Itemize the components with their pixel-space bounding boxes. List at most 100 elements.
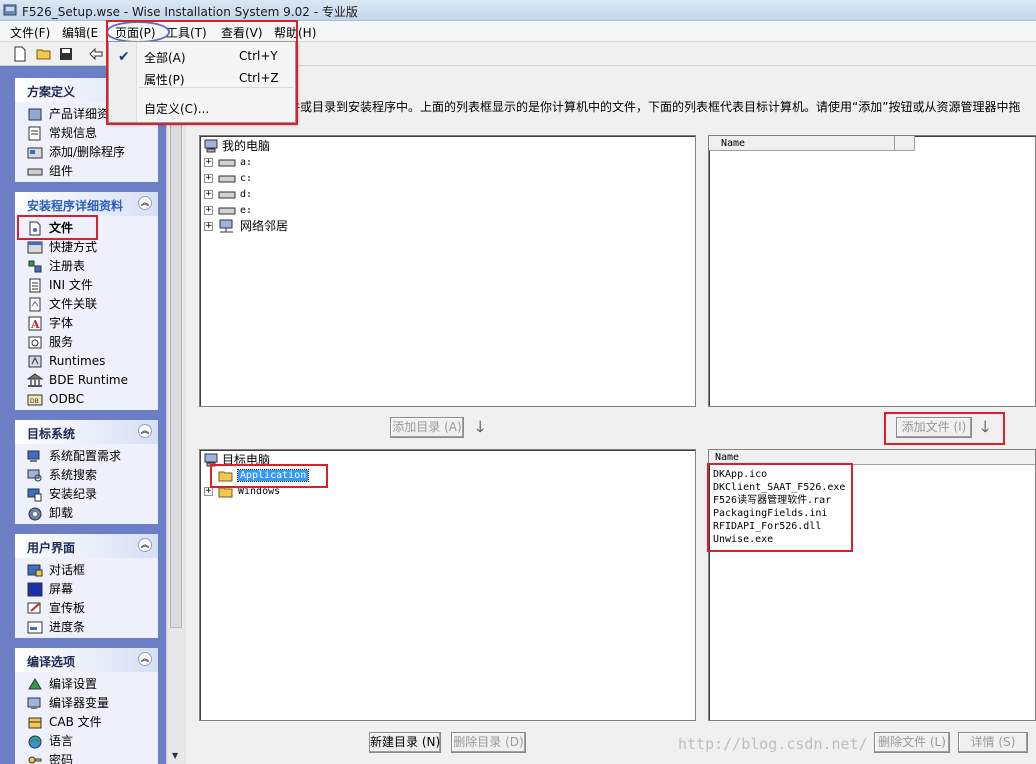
- sidebar-item-label: 密码: [49, 753, 74, 764]
- system-requirements-icon: [27, 450, 40, 462]
- tree-item-drive-d[interactable]: + d:: [204, 187, 252, 203]
- menu-edit[interactable]: 编辑(E: [62, 24, 98, 41]
- sidebar-item-screens[interactable]: 屏幕: [15, 580, 158, 599]
- cab-file-icon: [28, 717, 42, 729]
- column-header-extra[interactable]: [895, 136, 915, 151]
- expand-icon[interactable]: +: [204, 190, 213, 199]
- expand-icon[interactable]: +: [204, 174, 213, 183]
- delete-directory-button[interactable]: 删除目录 (D): [451, 732, 526, 753]
- sidebar-item-cab-files[interactable]: CAB 文件: [15, 713, 158, 732]
- sidebar-item-label: 常规信息: [49, 126, 98, 140]
- compiler-variables-icon: [27, 697, 41, 709]
- tree-item-drive-e[interactable]: + e:: [204, 203, 252, 219]
- collapse-icon[interactable]: ︽: [138, 196, 152, 210]
- source-tree-panel[interactable]: 我的电脑 + a: + c: + d: + e: + 网络邻居: [199, 135, 696, 407]
- key-icon: [28, 756, 42, 764]
- collapse-icon[interactable]: ︽: [138, 424, 152, 438]
- sidebar-group-title[interactable]: 用户界面 ︽: [15, 534, 158, 558]
- expand-icon[interactable]: +: [204, 487, 213, 496]
- registry-icon: [28, 260, 42, 273]
- window-title: F526_Setup.wse - Wise Installation Syste…: [22, 5, 358, 19]
- new-file-icon[interactable]: [12, 46, 28, 62]
- sidebar-item-compiler-variables[interactable]: 编译器变量: [15, 694, 158, 713]
- sidebar-scrollbar[interactable]: ▼: [166, 66, 186, 764]
- tree-item-drive-c[interactable]: + c:: [204, 171, 252, 187]
- sidebar-item-odbc[interactable]: DB ODBC: [15, 390, 158, 409]
- details-button[interactable]: 详情 (S): [958, 732, 1028, 753]
- drive-icon: [218, 191, 236, 199]
- sidebar-item-label: Runtimes: [49, 354, 106, 368]
- build-settings-icon: [28, 678, 42, 690]
- files-highlight: [17, 215, 98, 240]
- install-log-icon: [27, 488, 42, 502]
- bde-runtime-icon: [27, 373, 43, 387]
- target-tree-panel[interactable]: 目标电脑 Application + Windows: [199, 449, 696, 721]
- svg-text:DB: DB: [30, 398, 39, 405]
- sidebar-item-build-settings[interactable]: 编译设置: [15, 675, 158, 694]
- sidebar-item-billboards[interactable]: 宣传板: [15, 599, 158, 618]
- odbc-icon: DB: [27, 394, 43, 406]
- sidebar-item-progress-bar[interactable]: 进度条: [15, 618, 158, 637]
- font-icon: A: [28, 316, 42, 331]
- drive-icon: [218, 207, 236, 215]
- down-arrow-icon[interactable]: 🡓: [476, 416, 484, 443]
- sidebar-item-bde-runtime[interactable]: BDE Runtime: [15, 371, 158, 390]
- sidebar-item-label: 进度条: [49, 620, 86, 634]
- general-info-icon: [28, 126, 41, 141]
- add-file-highlight: [884, 412, 1005, 445]
- delete-file-button[interactable]: 删除文件 (L): [874, 732, 950, 753]
- sidebar-item-languages[interactable]: 语言: [15, 732, 158, 751]
- expand-icon[interactable]: +: [204, 206, 213, 215]
- sidebar-item-file-associations[interactable]: 文件关联: [15, 295, 158, 314]
- open-folder-icon[interactable]: [36, 46, 52, 62]
- sidebar-group-target-system: 目标系统 ︽ 系统配置需求 系统搜索 安装纪录 卸载: [15, 420, 158, 524]
- scrollbar-thumb[interactable]: [170, 68, 182, 628]
- tree-root-my-computer[interactable]: 我的电脑: [204, 138, 270, 154]
- expand-icon[interactable]: +: [204, 222, 213, 231]
- uninstall-icon: [28, 507, 42, 521]
- sidebar-item-system-requirements[interactable]: 系统配置需求: [15, 447, 158, 466]
- sidebar-item-password[interactable]: 密码: [15, 751, 158, 764]
- system-search-icon: [27, 469, 42, 482]
- save-icon[interactable]: [58, 46, 74, 62]
- sidebar-item-uninstall[interactable]: 卸载: [15, 504, 158, 523]
- sidebar-item-label: INI 文件: [49, 278, 93, 292]
- sidebar-item-label: 语言: [49, 734, 74, 748]
- sidebar-item-install-log[interactable]: 安装纪录: [15, 485, 158, 504]
- file-association-icon: [29, 297, 41, 312]
- source-file-list[interactable]: Name: [708, 135, 1036, 407]
- sidebar-group-title[interactable]: 目标系统 ︽: [15, 420, 158, 444]
- sidebar-item-shortcuts[interactable]: 快捷方式: [15, 238, 158, 257]
- collapse-icon[interactable]: ︽: [138, 538, 152, 552]
- sidebar-item-label: BDE Runtime: [49, 373, 128, 387]
- sidebar-group-title[interactable]: 编译选项 ︽: [15, 648, 158, 672]
- globe-icon: [28, 735, 42, 749]
- progress-bar-icon: [27, 621, 43, 634]
- column-header-name[interactable]: Name: [709, 136, 895, 151]
- expand-icon[interactable]: +: [204, 158, 213, 167]
- sidebar-group-title[interactable]: 安装程序详细资料 ︽: [15, 192, 158, 216]
- computer-icon: [204, 139, 218, 153]
- tree-item-drive-a[interactable]: + a:: [204, 155, 252, 171]
- add-remove-icon: [27, 147, 43, 159]
- new-directory-button[interactable]: 新建目录 (N): [369, 732, 441, 753]
- sidebar-item-system-search[interactable]: 系统搜索: [15, 466, 158, 485]
- sidebar-item-label: 快捷方式: [49, 240, 98, 254]
- sidebar-item-add-remove[interactable]: 添加/删除程序: [15, 143, 158, 162]
- menu-file[interactable]: 文件(F): [10, 24, 50, 41]
- sidebar-item-runtimes[interactable]: Runtimes: [15, 352, 158, 371]
- sidebar-item-fonts[interactable]: A 字体: [15, 314, 158, 333]
- sidebar-item-components[interactable]: 组件: [15, 162, 158, 181]
- sidebar-item-label: 添加/删除程序: [49, 145, 126, 159]
- collapse-icon[interactable]: ︽: [138, 652, 152, 666]
- sidebar-item-label: 屏幕: [49, 582, 74, 596]
- sidebar-item-general-info[interactable]: 常规信息: [15, 124, 158, 143]
- back-arrow-icon[interactable]: [88, 46, 104, 62]
- sidebar-item-services[interactable]: 服务: [15, 333, 158, 352]
- sidebar-item-ini-files[interactable]: INI 文件: [15, 276, 158, 295]
- scroll-down-icon[interactable]: ▼: [172, 751, 178, 760]
- tree-item-network[interactable]: + 网络邻居: [204, 218, 288, 234]
- sidebar-item-dialogs[interactable]: 对话框: [15, 561, 158, 580]
- add-directory-button[interactable]: 添加目录 (A): [390, 417, 464, 438]
- sidebar-item-registry[interactable]: 注册表: [15, 257, 158, 276]
